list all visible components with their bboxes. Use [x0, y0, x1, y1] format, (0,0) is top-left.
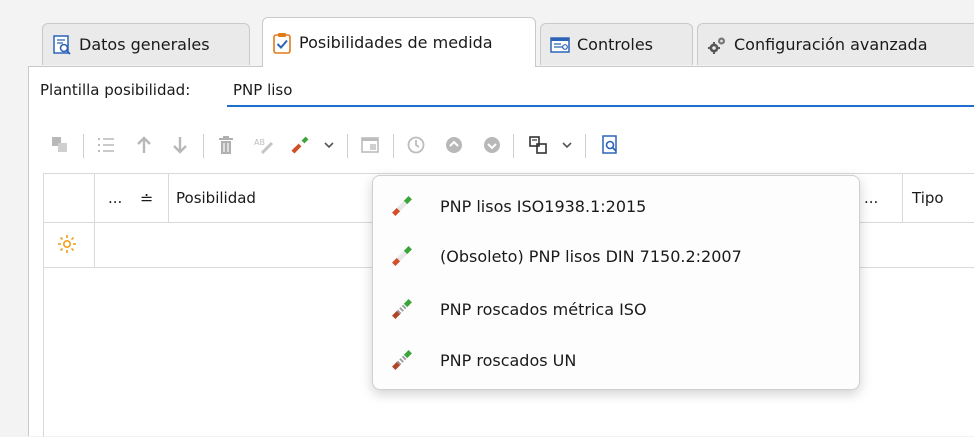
clipboard-check-icon [273, 32, 291, 54]
preview-button[interactable] [593, 128, 627, 162]
column-sort-icon[interactable]: ≐ [140, 174, 153, 222]
export-icon [529, 136, 547, 154]
toolbar: AB [43, 124, 974, 168]
menu-item-label: PNP lisos ISO1938.1:2015 [440, 196, 647, 216]
circle-up-button[interactable] [437, 128, 471, 162]
toolbar-separator [393, 134, 394, 158]
toolbar-separator [585, 134, 586, 158]
tab-label: Datos generales [79, 35, 210, 54]
tab-label: Controles [577, 35, 654, 54]
window-button[interactable] [353, 128, 387, 162]
menu-item-label: (Obsoleto) PNP lisos DIN 7150.2:2007 [440, 246, 742, 266]
export-dropdown-button[interactable] [555, 128, 579, 162]
tab-bar: Datos generales Posibilidades de medida … [0, 0, 974, 67]
move-up-button[interactable] [127, 128, 161, 162]
column-header-ellipsis[interactable]: ... [108, 174, 122, 222]
circle-down-button[interactable] [475, 128, 509, 162]
gears-icon [708, 37, 725, 54]
move-down-icon [173, 137, 187, 154]
pnp-threaded-gauge-icon [392, 350, 412, 370]
template-input[interactable] [227, 75, 974, 107]
tab-posibilidades-de-medida[interactable]: Posibilidades de medida [262, 17, 536, 67]
menu-item-pnp-roscados-metrica[interactable]: PNP roscados métrica ISO [373, 287, 859, 331]
rename-icon: AB [254, 138, 274, 155]
menu-item-pnp-roscados-un[interactable]: PNP roscados UN [373, 338, 859, 382]
pnp-threaded-gauge-icon [392, 299, 412, 319]
column-header-tipo[interactable]: Tipo [912, 174, 944, 222]
pnp-gauge-icon [392, 196, 412, 216]
numbered-list-icon [98, 138, 114, 152]
copy-button[interactable] [43, 128, 77, 162]
history-icon [407, 136, 425, 154]
move-up-icon [137, 136, 151, 153]
copy-icon [52, 137, 67, 152]
column-header-truncated[interactable]: ... [864, 174, 878, 222]
document-magnifier-icon [53, 34, 71, 55]
menu-item-pnp-lisos-din[interactable]: (Obsoleto) PNP lisos DIN 7150.2:2007 [373, 234, 859, 278]
new-row-sun-icon [58, 235, 76, 253]
move-down-button[interactable] [163, 128, 197, 162]
menu-item-label: PNP roscados métrica ISO [440, 299, 647, 319]
dropdown-arrow-icon [562, 142, 572, 149]
add-pnp-menu: PNP lisos ISO1938.1:2015 (Obsoleto) PNP … [372, 175, 860, 390]
toolbar-separator [83, 134, 84, 158]
tab-label: Posibilidades de medida [299, 33, 493, 52]
delete-icon [219, 136, 233, 154]
tab-label: Configuración avanzada [734, 35, 928, 54]
column-header-posibilidad[interactable]: Posibilidad [176, 174, 256, 222]
controls-list-icon [550, 36, 570, 53]
tab-controles[interactable]: Controles [540, 23, 693, 65]
template-label: Plantilla posibilidad: [40, 81, 191, 99]
history-button[interactable] [399, 128, 433, 162]
dropdown-arrow-icon [324, 142, 334, 149]
numbered-list-button[interactable] [89, 128, 123, 162]
window-icon [361, 137, 379, 153]
export-button[interactable] [521, 128, 555, 162]
template-row: Plantilla posibilidad: [29, 67, 974, 113]
toolbar-separator [203, 134, 204, 158]
pnp-gauge-icon [392, 246, 412, 266]
menu-item-label: PNP roscados UN [440, 350, 577, 370]
add-pnp-dropdown-button[interactable] [317, 128, 341, 162]
svg-text:AB: AB [254, 138, 265, 147]
toolbar-separator [347, 134, 348, 158]
delete-button[interactable] [209, 128, 243, 162]
tab-configuracion-avanzada[interactable]: Configuración avanzada [697, 23, 974, 65]
circle-down-icon [484, 137, 500, 153]
rename-button[interactable]: AB [247, 128, 281, 162]
circle-up-icon [446, 137, 462, 153]
add-pnp-icon [291, 136, 309, 154]
preview-icon [602, 135, 617, 154]
toolbar-separator [513, 134, 514, 158]
tab-datos-generales[interactable]: Datos generales [42, 23, 250, 65]
menu-item-pnp-lisos-iso[interactable]: PNP lisos ISO1938.1:2015 [373, 184, 859, 228]
add-pnp-button[interactable] [283, 128, 317, 162]
